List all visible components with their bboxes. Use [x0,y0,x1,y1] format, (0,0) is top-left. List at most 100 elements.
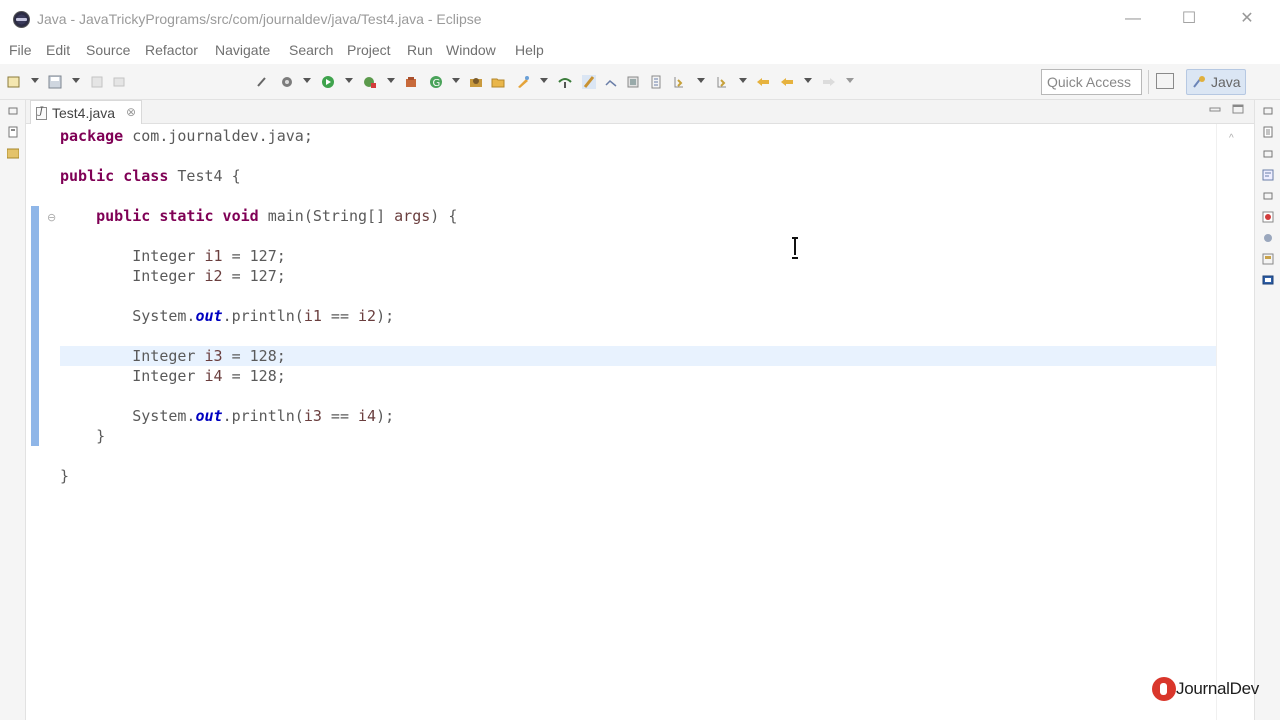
menu-source[interactable]: Source [86,42,130,58]
tab-close-icon[interactable]: ⊗ [126,105,136,119]
text-cursor-icon [792,237,798,259]
perspective-separator [1148,70,1149,94]
console-icon[interactable] [1262,274,1274,286]
minimize-editor-icon[interactable] [1209,104,1221,114]
java-perspective-label: Java [1211,74,1241,90]
code-line: Integer i4 = 128; [60,367,286,385]
forward-icon[interactable] [822,75,836,89]
code-line: Integer i3 = 128; [60,347,286,365]
next-annotation-icon[interactable] [672,75,686,89]
code-line: package com.journaldev.java; [60,127,313,145]
show-whitespace-icon[interactable] [626,75,640,89]
javadoc-icon[interactable] [1262,232,1274,244]
pin-icon[interactable] [255,75,269,89]
coverage-icon[interactable] [363,75,377,89]
title-bar: Java - JavaTrickyPrograms/src/com/journa… [0,0,1280,38]
menu-refactor[interactable]: Refactor [145,42,198,58]
code-line: System.out.println(i3 == i4); [60,407,395,425]
minimize-button[interactable]: — [1122,8,1144,30]
code-line: } [60,427,106,445]
java-perspective-button[interactable]: Java [1186,69,1246,95]
window-title: Java - JavaTrickyPrograms/src/com/journa… [37,11,482,27]
code-line: public static void main(String[] args) { [96,207,458,225]
restore-right-icon[interactable] [1262,105,1274,117]
previous-annotation-icon[interactable] [715,75,729,89]
menu-window[interactable]: Window [446,42,496,58]
new-java-dropdown-arrow-icon[interactable] [452,78,460,83]
restore-bottom-icon[interactable] [1262,148,1274,160]
problems-icon[interactable] [1262,211,1274,223]
menu-help[interactable]: Help [515,42,544,58]
java-file-icon [36,106,47,120]
back-icon[interactable] [780,75,794,89]
right-trim-stack [1254,100,1280,720]
toggle-highlight-icon[interactable] [582,75,596,89]
maximize-editor-icon[interactable] [1232,104,1244,114]
code-line: System.out.println(i1 == i2); [60,307,395,325]
next-annotation-dropdown-arrow-icon[interactable] [697,78,705,83]
outline-icon[interactable] [1262,169,1274,181]
menu-file[interactable]: File [9,42,32,58]
save-all-icon[interactable] [90,75,104,89]
overview-up-icon[interactable]: ^ [1229,133,1234,144]
menu-edit[interactable]: Edit [46,42,70,58]
open-perspective-icon[interactable] [1156,73,1174,89]
code-line: public class Test4 { [60,167,241,185]
run-dropdown-arrow-icon[interactable] [345,78,353,83]
toggle-mark-occurrences-icon[interactable] [558,75,572,89]
source-code[interactable]: package com.journaldev.java; public clas… [60,124,1220,720]
task-list-icon[interactable] [1262,126,1274,138]
code-line: } [60,467,70,485]
forward-dropdown-arrow-icon[interactable] [846,78,854,83]
new-package-icon[interactable] [469,75,483,89]
coverage-dropdown-arrow-icon[interactable] [387,78,395,83]
java-perspective-icon [1193,76,1205,88]
maximize-button[interactable]: ☐ [1178,8,1200,30]
svg-text:G: G [433,78,441,89]
code-editor[interactable]: ⊖ package com.journaldev.java; public cl… [27,124,1254,720]
left-trim-stack [0,100,26,720]
back-dropdown-arrow-icon[interactable] [804,78,812,83]
menu-bar: File Edit Source Refactor Navigate Searc… [0,38,1280,64]
code-line: Integer i2 = 127; [60,267,286,285]
new-dropdown-arrow-icon[interactable] [31,78,39,83]
editor-tab-bar: Test4.java ⊗ [26,100,1254,124]
restore-lower-icon[interactable] [1262,190,1274,202]
menu-search[interactable]: Search [289,42,333,58]
fold-collapse-icon[interactable]: ⊖ [47,211,56,224]
menu-project[interactable]: Project [347,42,391,58]
quick-diff-bar [31,206,39,446]
vertical-ruler [27,124,40,720]
new-java-project-icon[interactable]: G [429,75,443,89]
block-selection-icon[interactable] [604,75,618,89]
type-hierarchy-icon[interactable] [7,147,19,159]
close-button[interactable]: ✕ [1236,8,1258,30]
watermark-text: JournalDev [1176,679,1259,698]
save-icon[interactable] [48,75,62,89]
tab-label: Test4.java [52,105,116,121]
code-line: Integer i1 = 127; [60,247,286,265]
show-source-icon[interactable] [649,75,663,89]
restore-icon[interactable] [7,105,19,117]
search-dropdown-arrow-icon[interactable] [540,78,548,83]
save-dropdown-arrow-icon[interactable] [72,78,80,83]
eclipse-icon [13,11,30,28]
debug-dropdown-arrow-icon[interactable] [303,78,311,83]
previous-annotation-dropdown-arrow-icon[interactable] [739,78,747,83]
overview-ruler: ^ [1216,124,1254,720]
quick-access-input[interactable]: Quick Access [1041,69,1142,95]
menu-run[interactable]: Run [407,42,433,58]
debug-icon[interactable] [280,75,294,89]
external-tools-icon[interactable] [404,75,418,89]
run-icon[interactable] [321,75,335,89]
last-edit-location-icon[interactable] [756,75,770,89]
open-type-icon[interactable] [491,75,505,89]
search-icon[interactable] [516,75,530,89]
declaration-icon[interactable] [1262,253,1274,265]
tab-test4-java[interactable]: Test4.java ⊗ [30,100,142,124]
package-explorer-icon[interactable] [7,126,19,138]
new-icon[interactable] [7,75,21,89]
menu-navigate[interactable]: Navigate [215,42,270,58]
journaldev-logo-icon [1152,677,1176,701]
print-icon[interactable] [112,75,126,89]
